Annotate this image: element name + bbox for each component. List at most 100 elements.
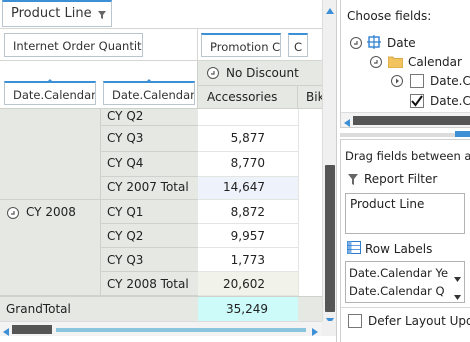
column-header-label: Bik: [306, 90, 322, 104]
scrollbar-corner: [322, 321, 336, 336]
collapse-icon[interactable]: [207, 67, 219, 79]
value-cell: 8,872: [198, 200, 298, 224]
vertical-scrollbar[interactable]: [322, 0, 336, 324]
dimension-icon: [367, 35, 381, 52]
value-cell: [198, 109, 298, 126]
row-period-label: CY Q3: [107, 253, 144, 267]
tree-item-calendar[interactable]: Calendar: [408, 55, 462, 69]
sort-ascending-icon: [46, 79, 54, 83]
collapse-icon[interactable]: [7, 207, 19, 219]
collapse-icon[interactable]: [370, 56, 382, 68]
column-header-accessories[interactable]: Accessories: [197, 86, 298, 109]
table-row: CY 2008 Total: [100, 272, 198, 296]
value-cell: 1,773: [198, 248, 298, 272]
row-field-date-calendar-year[interactable]: Date.Calendar: [4, 81, 96, 105]
grand-total-label: GrandTotal: [6, 302, 71, 316]
table-row: CY Q4: [100, 152, 198, 177]
row-header-cy-2008[interactable]: CY 2008: [0, 200, 100, 296]
field-checkbox-checked[interactable]: [410, 94, 424, 108]
value-cell: 9,957: [198, 224, 298, 248]
filter-dropdown-icon[interactable]: [97, 9, 107, 19]
choose-fields-title: Choose fields:: [347, 9, 432, 23]
cell-value: 35,249: [226, 302, 268, 316]
row-period-label: CY Q4: [107, 156, 144, 170]
row-period-label: CY Q2: [107, 109, 144, 123]
dropdown-arrow-icon[interactable]: [454, 289, 461, 302]
row-period-label: CY Q2: [107, 229, 144, 243]
cell-value: 8,872: [230, 205, 265, 219]
value-cell-total: 14,647: [198, 177, 298, 200]
value-cell: 5,877: [198, 126, 298, 152]
tree-item-date-calendar-1[interactable]: Date.Cal: [430, 74, 470, 88]
value-cell-total: 20,602: [198, 272, 298, 296]
collapse-icon[interactable]: [350, 37, 362, 49]
splitter[interactable]: [340, 133, 470, 137]
horizontal-scrollbar[interactable]: [0, 321, 322, 336]
column-field-c[interactable]: C: [288, 33, 308, 57]
row-period-label: CY 2007 Total: [107, 180, 189, 194]
drag-fields-title: Drag fields between area: [345, 149, 470, 163]
row-label-item[interactable]: Date.Calendar Q: [349, 284, 445, 298]
horizontal-scroll-track: [56, 328, 306, 332]
table-row: CY Q3: [100, 248, 198, 272]
row-header-cy-2007: [0, 109, 100, 200]
report-filter-list[interactable]: Product Line: [345, 193, 465, 234]
choose-fields-box: Choose fields: Date Calendar Date.Cal Da…: [340, 0, 470, 128]
row-labels-icon: [347, 241, 361, 257]
field-tree-scroll-thumb[interactable]: [353, 116, 470, 125]
table-row: CY 2007 Total: [100, 177, 198, 200]
column-header-label: No Discount: [226, 66, 299, 80]
dropdown-arrow-icon[interactable]: [454, 271, 461, 285]
cell-value: 14,647: [223, 180, 265, 194]
value-cell: 8,770: [198, 152, 298, 177]
report-filter-label: Report Filter: [364, 172, 438, 186]
field-tree-scrollbar[interactable]: [341, 112, 470, 127]
column-header-no-discount[interactable]: No Discount: [197, 61, 322, 86]
row-labels-list[interactable]: Date.Calendar Ye Date.Calendar Q: [345, 261, 465, 303]
data-field-internet-order-quantity[interactable]: Internet Order Quantity: [4, 33, 143, 57]
scroll-left-icon[interactable]: [344, 116, 350, 130]
report-filter-item[interactable]: Product Line: [350, 197, 424, 211]
cell-value: 9,957: [230, 229, 265, 243]
cell-value: 8,770: [230, 156, 265, 170]
value-column-bikes: [298, 109, 322, 296]
vertical-scroll-thumb[interactable]: [325, 165, 335, 312]
table-row: CY Q2: [100, 224, 198, 248]
defer-layout-checkbox[interactable]: [348, 314, 362, 328]
scroll-up-icon[interactable]: [326, 3, 334, 17]
areas-box: Drag fields between area Report Filter P…: [340, 139, 470, 342]
cell-value: 1,773: [230, 253, 265, 267]
horizontal-scroll-thumb[interactable]: [12, 325, 52, 334]
folder-icon: [387, 55, 404, 71]
field-checkbox-unchecked[interactable]: [410, 74, 424, 88]
tree-item-date-calendar-2[interactable]: Date.Cal: [430, 94, 470, 108]
scroll-right-icon[interactable]: [312, 325, 318, 339]
table-row: CY Q2: [100, 109, 198, 126]
scroll-left-icon[interactable]: [3, 325, 9, 339]
row-period-label: CY Q1: [107, 205, 144, 219]
sort-ascending-icon: [145, 79, 153, 83]
table-row: CY Q3: [100, 126, 198, 152]
filter-field-product-line[interactable]: Product Line: [2, 0, 112, 27]
column-field-promotion[interactable]: Promotion C: [201, 33, 281, 57]
row-labels-label: Row Labels: [365, 242, 433, 256]
row-period-label: CY Q3: [107, 131, 144, 145]
tree-item-date[interactable]: Date: [387, 36, 416, 50]
grand-total-bikes: [298, 296, 322, 321]
filter-field-label: Product Line: [11, 6, 92, 21]
pivot-grid: Product Line Internet Order Quantity Pro…: [0, 0, 336, 342]
field-list-panel: Choose fields: Date Calendar Date.Cal Da…: [336, 0, 470, 342]
table-row: CY Q1: [100, 200, 198, 224]
row-field-date-calendar-quarter[interactable]: Date.Calendar: [103, 81, 195, 105]
grand-total-value: 35,249: [198, 296, 298, 321]
column-header-bikes[interactable]: Bik: [298, 86, 322, 109]
divider: [341, 307, 470, 308]
column-header-label: Accessories: [207, 90, 278, 104]
cell-value: 20,602: [223, 277, 265, 291]
cell-value: 5,877: [230, 131, 265, 145]
grand-total-row: GrandTotal: [0, 296, 198, 321]
row-year-label: CY 2008: [26, 205, 76, 219]
expand-icon[interactable]: [391, 75, 403, 87]
row-label-item[interactable]: Date.Calendar Ye: [349, 266, 448, 280]
row-period-label: CY 2008 Total: [107, 277, 189, 291]
